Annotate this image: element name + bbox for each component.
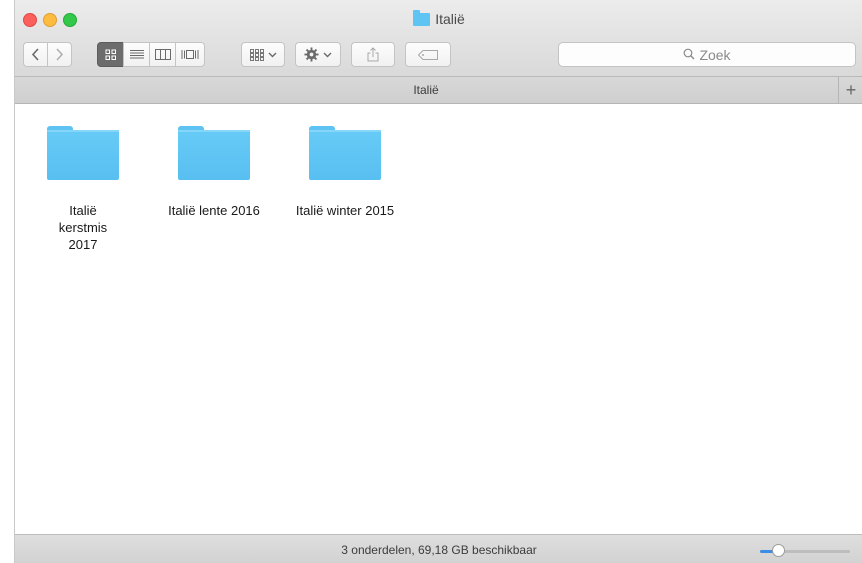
folder-label: Italië kerstmis 2017 (58, 203, 108, 252)
slider-thumb[interactable] (772, 544, 785, 557)
status-bar: 3 onderdelen, 69,18 GB beschikbaar (15, 534, 862, 563)
folder-icon (178, 126, 250, 180)
tab-italie[interactable]: Italië (15, 83, 837, 97)
folder-icon (47, 126, 119, 180)
status-text: 3 onderdelen, 69,18 GB beschikbaar (341, 543, 537, 557)
list-icon (129, 50, 144, 59)
share-button[interactable] (351, 42, 395, 67)
folder-item[interactable]: Italië kerstmis 2017 (23, 122, 143, 253)
view-mode-selector (97, 42, 205, 67)
tags-button[interactable] (405, 42, 451, 67)
folder-item[interactable]: Italië winter 2015 (285, 122, 405, 219)
columns-icon (154, 49, 171, 60)
folder-item[interactable]: Italië lente 2016 (154, 122, 274, 219)
folder-icon (413, 10, 431, 26)
finder-window: Italië Zoek Italië + Italië kerstmis 201… (14, 0, 862, 563)
folder-label: Italië lente 2016 (168, 203, 260, 218)
action-button[interactable] (295, 42, 341, 67)
chevron-right-icon (56, 48, 64, 61)
search-icon (683, 47, 695, 63)
arrange-button[interactable] (241, 42, 285, 67)
icon-view-button[interactable] (97, 42, 124, 67)
navigation-buttons (23, 42, 72, 67)
tag-icon (418, 49, 438, 60)
forward-button[interactable] (47, 42, 72, 67)
window-title-text: Italië (435, 11, 465, 27)
gear-icon (304, 47, 319, 62)
share-icon (367, 47, 379, 62)
grid-icon (105, 49, 116, 60)
chevron-left-icon (31, 48, 39, 61)
list-view-button[interactable] (123, 42, 150, 67)
window-title: Italië (15, 10, 862, 28)
back-button[interactable] (23, 42, 48, 67)
file-browser-content[interactable]: Italië kerstmis 2017 Italië lente 2016 I… (15, 104, 862, 534)
folder-label: Italië winter 2015 (295, 203, 395, 218)
folder-icon (309, 126, 381, 180)
cover-flow-view-button[interactable] (175, 42, 205, 67)
search-placeholder: Zoek (699, 46, 731, 63)
add-tab-button[interactable]: + (838, 77, 862, 103)
column-view-button[interactable] (149, 42, 176, 67)
chevron-down-icon (268, 52, 276, 57)
tab-bar: Italië + (15, 77, 862, 104)
titlebar: Italië Zoek (15, 0, 862, 77)
plus-icon: + (845, 79, 857, 100)
chevron-down-icon (323, 52, 332, 57)
arrange-grid-icon (249, 48, 264, 61)
search-field[interactable]: Zoek (558, 42, 856, 67)
cover-flow-icon (181, 50, 199, 59)
